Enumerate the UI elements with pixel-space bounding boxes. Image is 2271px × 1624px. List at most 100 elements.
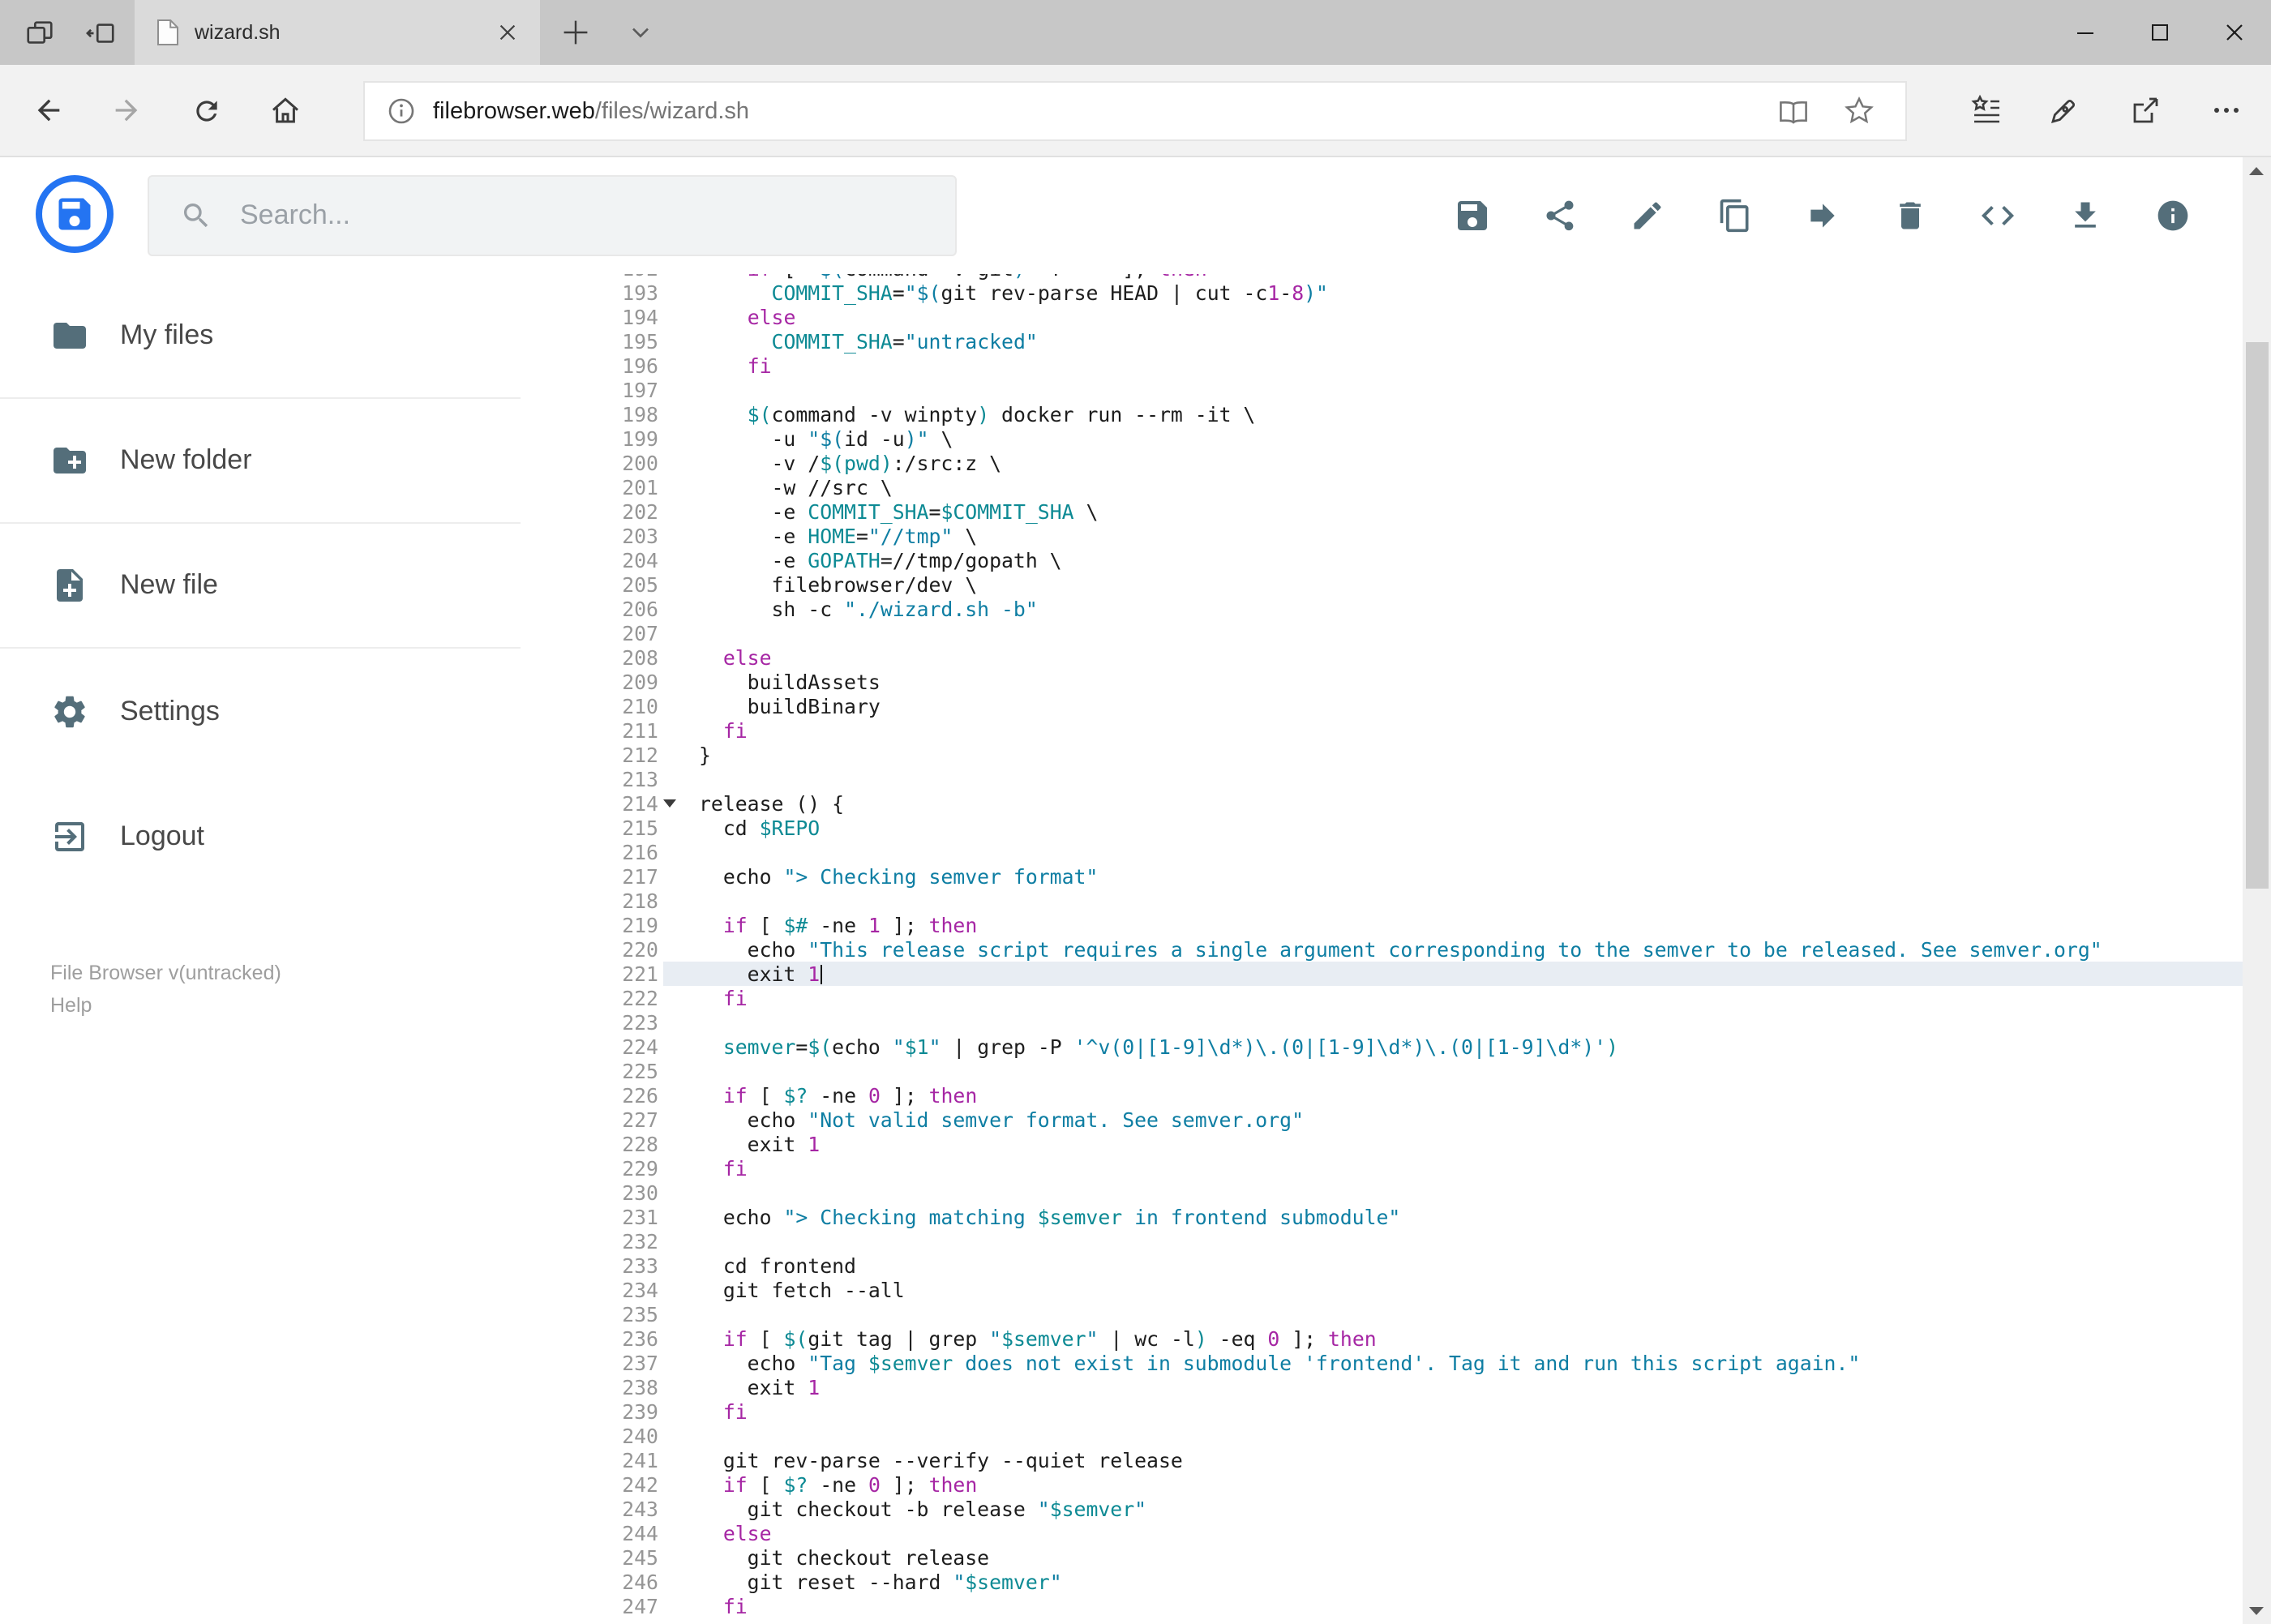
code-line[interactable]: 224 semver=$(echo "$1" | grep -P '^v(0|[…: [521, 1035, 2243, 1059]
delete-button[interactable]: [1889, 195, 1931, 237]
code-line[interactable]: 240: [521, 1424, 2243, 1448]
code-line[interactable]: 222 fi: [521, 986, 2243, 1010]
refresh-button[interactable]: [175, 79, 237, 141]
save-button[interactable]: [1451, 195, 1493, 237]
code-line[interactable]: 228 exit 1: [521, 1132, 2243, 1156]
favorite-star-button[interactable]: [1828, 83, 1889, 139]
active-tab[interactable]: wizard.sh: [135, 0, 540, 65]
maximize-button[interactable]: [2122, 0, 2196, 65]
search-input[interactable]: [240, 199, 889, 232]
code-line[interactable]: 244 else: [521, 1521, 2243, 1545]
share-file-button[interactable]: [1539, 195, 1581, 237]
code-line[interactable]: 204 -e GOPATH=//tmp/gopath \: [521, 548, 2243, 572]
search-box[interactable]: [148, 175, 957, 256]
tabs-set-aside-button[interactable]: [8, 0, 70, 65]
code-line[interactable]: 238 exit 1: [521, 1375, 2243, 1399]
code-line[interactable]: 194 else: [521, 305, 2243, 329]
code-line[interactable]: 212}: [521, 743, 2243, 767]
code-line[interactable]: 195 COMMIT_SHA="untracked": [521, 329, 2243, 354]
code-line[interactable]: 202 -e COMMIT_SHA=$COMMIT_SHA \: [521, 499, 2243, 524]
code-line[interactable]: 247 fi: [521, 1594, 2243, 1618]
code-line[interactable]: 218: [521, 889, 2243, 913]
code-line[interactable]: 233 cd frontend: [521, 1253, 2243, 1278]
forward-button[interactable]: [96, 79, 157, 141]
code-line[interactable]: 243 git checkout -b release "$semver": [521, 1497, 2243, 1521]
info-button[interactable]: [2152, 195, 2194, 237]
back-button[interactable]: [18, 79, 79, 141]
code-line[interactable]: 241 git rev-parse --verify --quiet relea…: [521, 1448, 2243, 1472]
code-line[interactable]: 229 fi: [521, 1156, 2243, 1181]
code-line[interactable]: 209 buildAssets: [521, 670, 2243, 694]
close-window-button[interactable]: [2196, 0, 2271, 65]
web-note-button[interactable]: [2033, 79, 2095, 141]
copy-button[interactable]: [1714, 195, 1756, 237]
download-button[interactable]: [2064, 195, 2106, 237]
code-line[interactable]: 207: [521, 621, 2243, 645]
reading-view-button[interactable]: [1763, 83, 1824, 139]
code-line[interactable]: 208 else: [521, 645, 2243, 670]
code-line[interactable]: 198 $(command -v winpty) docker run --rm…: [521, 402, 2243, 426]
code-line[interactable]: 237 echo "Tag $semver does not exist in …: [521, 1351, 2243, 1375]
code-line[interactable]: 217 echo "> Checking semver format": [521, 864, 2243, 889]
code-line[interactable]: 206 sh -c "./wizard.sh -b": [521, 597, 2243, 621]
code-line[interactable]: 214 release () {: [521, 791, 2243, 816]
code-line[interactable]: 201 -w //src \: [521, 475, 2243, 499]
sidebar-item-settings[interactable]: Settings: [0, 649, 521, 773]
set-tabs-aside-button[interactable]: [70, 0, 131, 65]
code-line[interactable]: 230: [521, 1181, 2243, 1205]
tab-close-button[interactable]: [488, 13, 527, 52]
sidebar-item-new-file[interactable]: New file: [0, 524, 521, 649]
move-button[interactable]: [1802, 195, 1844, 237]
home-button[interactable]: [255, 79, 316, 141]
code-line[interactable]: 221 exit 1: [521, 962, 2243, 986]
sidebar-item-new-folder[interactable]: New folder: [0, 399, 521, 524]
scroll-down-button[interactable]: [2243, 1596, 2271, 1624]
share-button[interactable]: [2115, 79, 2176, 141]
sidebar-item-my-files[interactable]: My files: [0, 274, 521, 399]
code-line[interactable]: 223: [521, 1010, 2243, 1035]
code-line[interactable]: 239 fi: [521, 1399, 2243, 1424]
code-line[interactable]: 205 filebrowser/dev \: [521, 572, 2243, 597]
more-options-button[interactable]: [2196, 79, 2257, 141]
code-line[interactable]: 220 echo "This release script requires a…: [521, 937, 2243, 962]
scroll-up-button[interactable]: [2243, 157, 2271, 185]
scrollbar-thumb[interactable]: [2245, 342, 2269, 889]
filebrowser-logo[interactable]: [36, 175, 114, 253]
code-line[interactable]: 196 fi: [521, 354, 2243, 378]
code-line[interactable]: 225: [521, 1059, 2243, 1083]
vertical-scrollbar[interactable]: [2243, 157, 2271, 1624]
code-line[interactable]: 231 echo "> Checking matching $semver in…: [521, 1205, 2243, 1229]
code-line[interactable]: 242 if [ $? -ne 0 ]; then: [521, 1472, 2243, 1497]
code-line[interactable]: 200 -v /$(pwd):/src:z \: [521, 451, 2243, 475]
tab-preview-toggle-button[interactable]: [610, 0, 671, 65]
code-line[interactable]: 215 cd $REPO: [521, 816, 2243, 840]
site-info-icon[interactable]: [388, 97, 415, 125]
new-tab-button[interactable]: [545, 0, 606, 65]
code-line[interactable]: 216: [521, 840, 2243, 864]
sidebar-item-logout[interactable]: Logout: [0, 773, 521, 898]
code-line[interactable]: 227 echo "Not valid semver format. See s…: [521, 1108, 2243, 1132]
code-line[interactable]: 199 -u "$(id -u)" \: [521, 426, 2243, 451]
code-line[interactable]: 211 fi: [521, 718, 2243, 743]
code-line[interactable]: 235: [521, 1302, 2243, 1326]
code-line[interactable]: 245 git checkout release: [521, 1545, 2243, 1570]
code-line[interactable]: 193 COMMIT_SHA="$(git rev-parse HEAD | c…: [521, 281, 2243, 305]
editor-mode-button[interactable]: [1977, 195, 2019, 237]
code-line[interactable]: 197: [521, 378, 2243, 402]
address-bar[interactable]: filebrowser.web/files/wizard.sh: [363, 81, 1907, 141]
code-line[interactable]: 203 -e HOME="//tmp" \: [521, 524, 2243, 548]
code-line[interactable]: 226 if [ $? -ne 0 ]; then: [521, 1083, 2243, 1108]
fold-marker-icon[interactable]: [663, 799, 676, 808]
code-line[interactable]: 234 git fetch --all: [521, 1278, 2243, 1302]
code-line[interactable]: 213: [521, 767, 2243, 791]
code-editor[interactable]: 192 if [ "$(command -v git)" != "" ]; th…: [521, 274, 2243, 1624]
code-line[interactable]: 246 git reset --hard "$semver": [521, 1570, 2243, 1594]
minimize-button[interactable]: [2047, 0, 2122, 65]
hub-button[interactable]: [1956, 79, 2017, 141]
code-line[interactable]: 219 if [ $# -ne 1 ]; then: [521, 913, 2243, 937]
code-line[interactable]: 210 buildBinary: [521, 694, 2243, 718]
code-line[interactable]: 192 if [ "$(command -v git)" != "" ]; th…: [521, 274, 2243, 281]
code-line[interactable]: 236 if [ $(git tag | grep "$semver" | wc…: [521, 1326, 2243, 1351]
code-line[interactable]: 232: [521, 1229, 2243, 1253]
help-link[interactable]: Help: [50, 989, 281, 1022]
